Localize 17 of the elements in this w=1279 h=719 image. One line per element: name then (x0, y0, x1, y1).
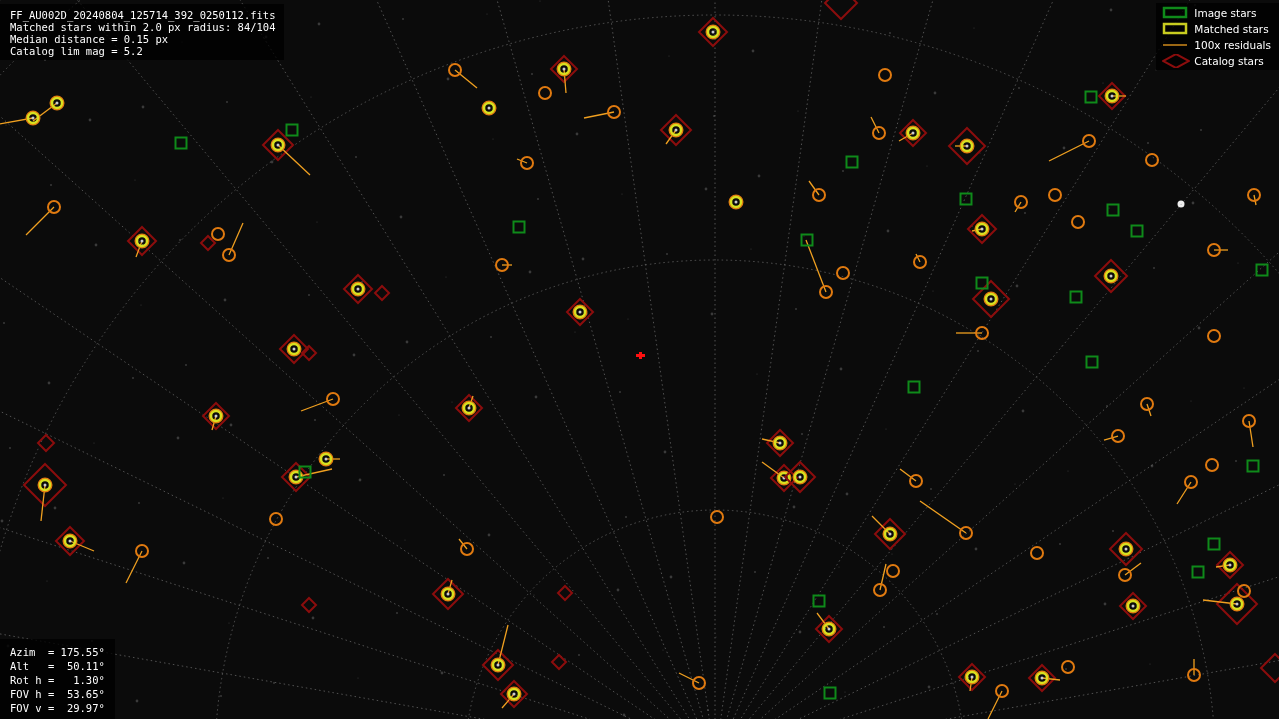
legend-label: Matched stars (1194, 23, 1269, 35)
info-line: FF_AU002D_20240804_125714_392_0250112.fits (10, 9, 276, 21)
info-line: Median distance = 0.15 px (10, 33, 170, 45)
image-star-legend-icon (1163, 6, 1188, 19)
legend-label: 100x residuals (1194, 39, 1271, 51)
pointing-line: Alt = 50.11° (10, 659, 105, 673)
info-line: Catalog lim mag = 5.2 (10, 45, 144, 57)
legend-label: Image stars (1194, 7, 1257, 19)
matched-star-legend-icon (1163, 22, 1188, 35)
legend-label: Catalog stars (1194, 55, 1264, 67)
pointing-line: FOV h = 53.65° (10, 687, 105, 701)
pointing-line: Azim = 175.55° (10, 645, 105, 659)
center-cross-icon (636, 352, 645, 359)
pointing-line: FOV v = 29.97° (10, 701, 105, 715)
info-line: Matched stars within 2.0 px radius: 84/104 (10, 21, 276, 33)
pointing-line: Rot h = 1.30° (10, 673, 105, 687)
catalog-star-legend-icon (1162, 54, 1191, 68)
